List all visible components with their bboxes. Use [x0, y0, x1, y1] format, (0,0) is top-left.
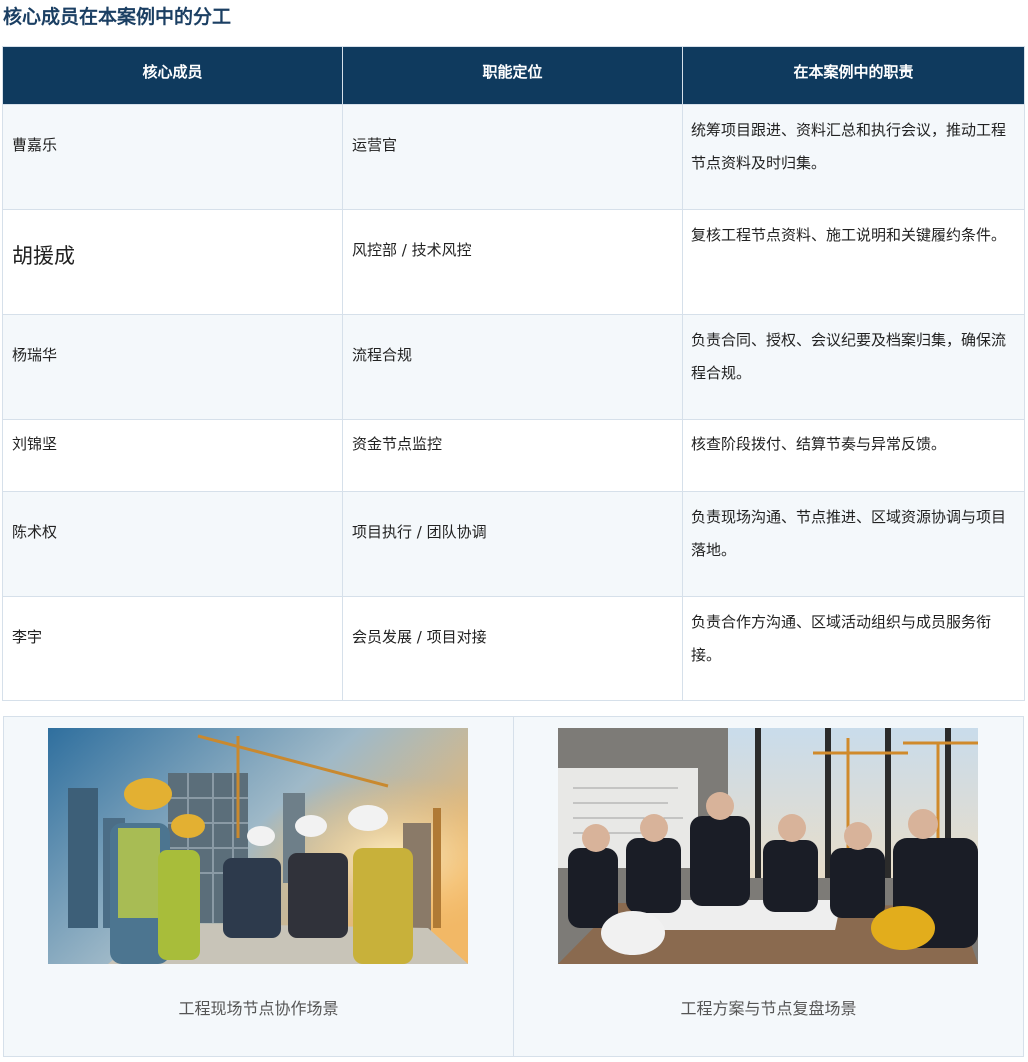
- member-duty: 负责现场沟通、节点推进、区域资源协调与项目落地。: [682, 491, 1025, 597]
- member-role: 资金节点监控: [342, 419, 683, 492]
- table-row: 曹嘉乐 运营官 统筹项目跟进、资料汇总和执行会议，推动工程节点资料及时归集。: [2, 104, 1025, 210]
- members-table-wrap: 核心成员 职能定位 在本案例中的职责 曹嘉乐 运营官 统筹项目跟进、资料汇总和执…: [2, 46, 1025, 701]
- photo-caption: 工程现场节点协作场景: [178, 999, 339, 1018]
- member-role: 会员发展 / 项目对接: [342, 596, 683, 701]
- member-duty: 复核工程节点资料、施工说明和关键履约条件。: [682, 209, 1025, 315]
- member-duty: 负责合作方沟通、区域活动组织与成员服务衔接。: [682, 596, 1025, 701]
- photo-gallery: 工程现场节点协作场景 工程方案与节点复盘场景: [3, 716, 1024, 1057]
- member-duty: 统筹项目跟进、资料汇总和执行会议，推动工程节点资料及时归集。: [682, 104, 1025, 210]
- member-name: 曹嘉乐: [2, 104, 343, 210]
- member-name: 杨瑞华: [2, 314, 343, 420]
- photo-caption: 工程方案与节点复盘场景: [680, 999, 857, 1018]
- member-name: 刘锦坚: [2, 419, 343, 492]
- member-name: 胡援成: [2, 209, 343, 315]
- figure-construction-site: 工程现场节点协作场景: [4, 717, 513, 1056]
- member-role: 流程合规: [342, 314, 683, 420]
- section-title: 核心成员在本案例中的分工: [3, 6, 232, 28]
- member-duty: 核查阶段拨付、结算节奏与异常反馈。: [682, 419, 1025, 492]
- table-row: 胡援成 风控部 / 技术风控 复核工程节点资料、施工说明和关键履约条件。: [2, 209, 1025, 315]
- member-name: 李宇: [2, 596, 343, 701]
- member-role: 风控部 / 技术风控: [342, 209, 683, 315]
- member-role: 项目执行 / 团队协调: [342, 491, 683, 597]
- construction-site-photo: [48, 728, 468, 964]
- header-duty: 在本案例中的职责: [682, 46, 1025, 105]
- header-role: 职能定位: [342, 46, 683, 105]
- plan-review-photo: [558, 728, 978, 964]
- member-duty: 负责合同、授权、会议纪要及档案归集，确保流程合规。: [682, 314, 1025, 420]
- table-row: 陈术权 项目执行 / 团队协调 负责现场沟通、节点推进、区域资源协调与项目落地。: [2, 491, 1025, 597]
- page: 核心成员在本案例中的分工 核心成员 职能定位 在本案例中的职责 曹嘉乐 运营官 …: [0, 0, 1028, 1062]
- member-name: 陈术权: [2, 491, 343, 597]
- member-role: 运营官: [342, 104, 683, 210]
- header-member: 核心成员: [2, 46, 343, 105]
- table-row: 刘锦坚 资金节点监控 核查阶段拨付、结算节奏与异常反馈。: [2, 419, 1025, 492]
- members-table: 核心成员 职能定位 在本案例中的职责 曹嘉乐 运营官 统筹项目跟进、资料汇总和执…: [2, 46, 1025, 701]
- table-header-row: 核心成员 职能定位 在本案例中的职责: [2, 46, 1025, 105]
- table-row: 杨瑞华 流程合规 负责合同、授权、会议纪要及档案归集，确保流程合规。: [2, 314, 1025, 420]
- table-row: 李宇 会员发展 / 项目对接 负责合作方沟通、区域活动组织与成员服务衔接。: [2, 596, 1025, 701]
- figure-plan-review: 工程方案与节点复盘场景: [513, 717, 1023, 1056]
